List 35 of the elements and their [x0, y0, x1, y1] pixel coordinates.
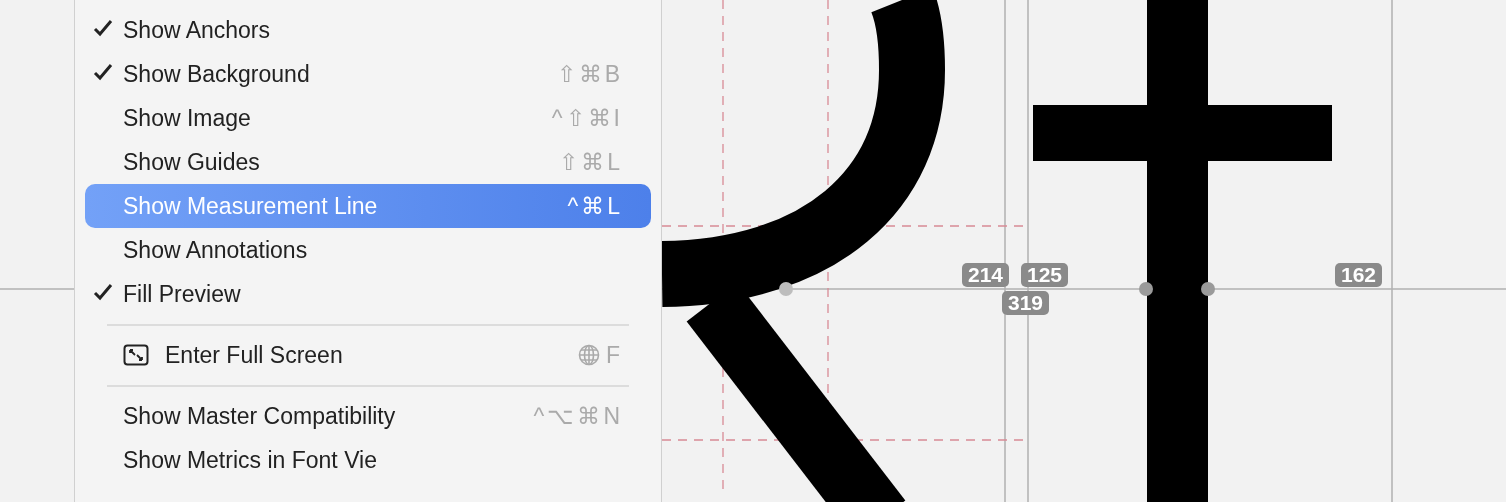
keyboard-shortcut: ^⌥⌘N	[533, 402, 623, 430]
keyboard-shortcut: ^⇧⌘I	[551, 104, 623, 132]
menu-item-label: Show Anchors	[123, 16, 271, 44]
menu-item[interactable]: Show Annotations	[85, 228, 651, 272]
menu-item[interactable]: Show Guides ⇧⌘L	[85, 140, 651, 184]
globe-icon	[577, 344, 600, 366]
menu-item-label: Fill Preview	[123, 280, 241, 308]
menu-item-label: Show Guides	[123, 148, 260, 176]
keyboard-shortcut: ⇧⌘B	[556, 60, 623, 88]
menu-item[interactable]: Enter Full Screen F	[85, 333, 651, 377]
menu-item-label: Show Background	[123, 60, 310, 88]
keyboard-shortcut: ⇧⌘L	[559, 148, 623, 176]
menu-item-label: Show Metrics in Font Vie	[123, 446, 377, 474]
menu-item[interactable]: Show Measurement Line ^⌘L	[85, 184, 651, 228]
node-dot	[1139, 282, 1153, 296]
measurement-label: 319	[1002, 291, 1050, 315]
measurement-label: 162	[1335, 263, 1383, 287]
menu-item-label: Show Master Compatibility	[123, 402, 396, 430]
menu-item[interactable]: Show Background ⇧⌘B	[85, 52, 651, 96]
menu-item[interactable]: Show Master Compatibility ^⌥⌘N	[85, 394, 651, 438]
keyboard-shortcut: ^⌘L	[567, 192, 623, 220]
keyboard-shortcut: F	[577, 341, 623, 369]
menu-item[interactable]: Show Anchors	[85, 8, 651, 52]
menu-item[interactable]: Fill Preview	[85, 272, 651, 316]
menu-item[interactable]: Show Metrics in Font Vie	[85, 438, 651, 482]
node-dot	[1201, 282, 1215, 296]
measurement-label: 125	[1021, 263, 1069, 287]
menu-item-label: Show Annotations	[123, 236, 308, 264]
menu-item[interactable]: Show Image ^⇧⌘I	[85, 96, 651, 140]
menu-item-label: Enter Full Screen	[165, 341, 343, 369]
measurement-label: 214	[962, 263, 1010, 287]
menu-item-label: Show Image	[123, 104, 251, 132]
node-dot	[779, 282, 793, 296]
menu-item-label: Show Measurement Line	[123, 192, 378, 220]
fullscreen-icon	[123, 344, 149, 366]
